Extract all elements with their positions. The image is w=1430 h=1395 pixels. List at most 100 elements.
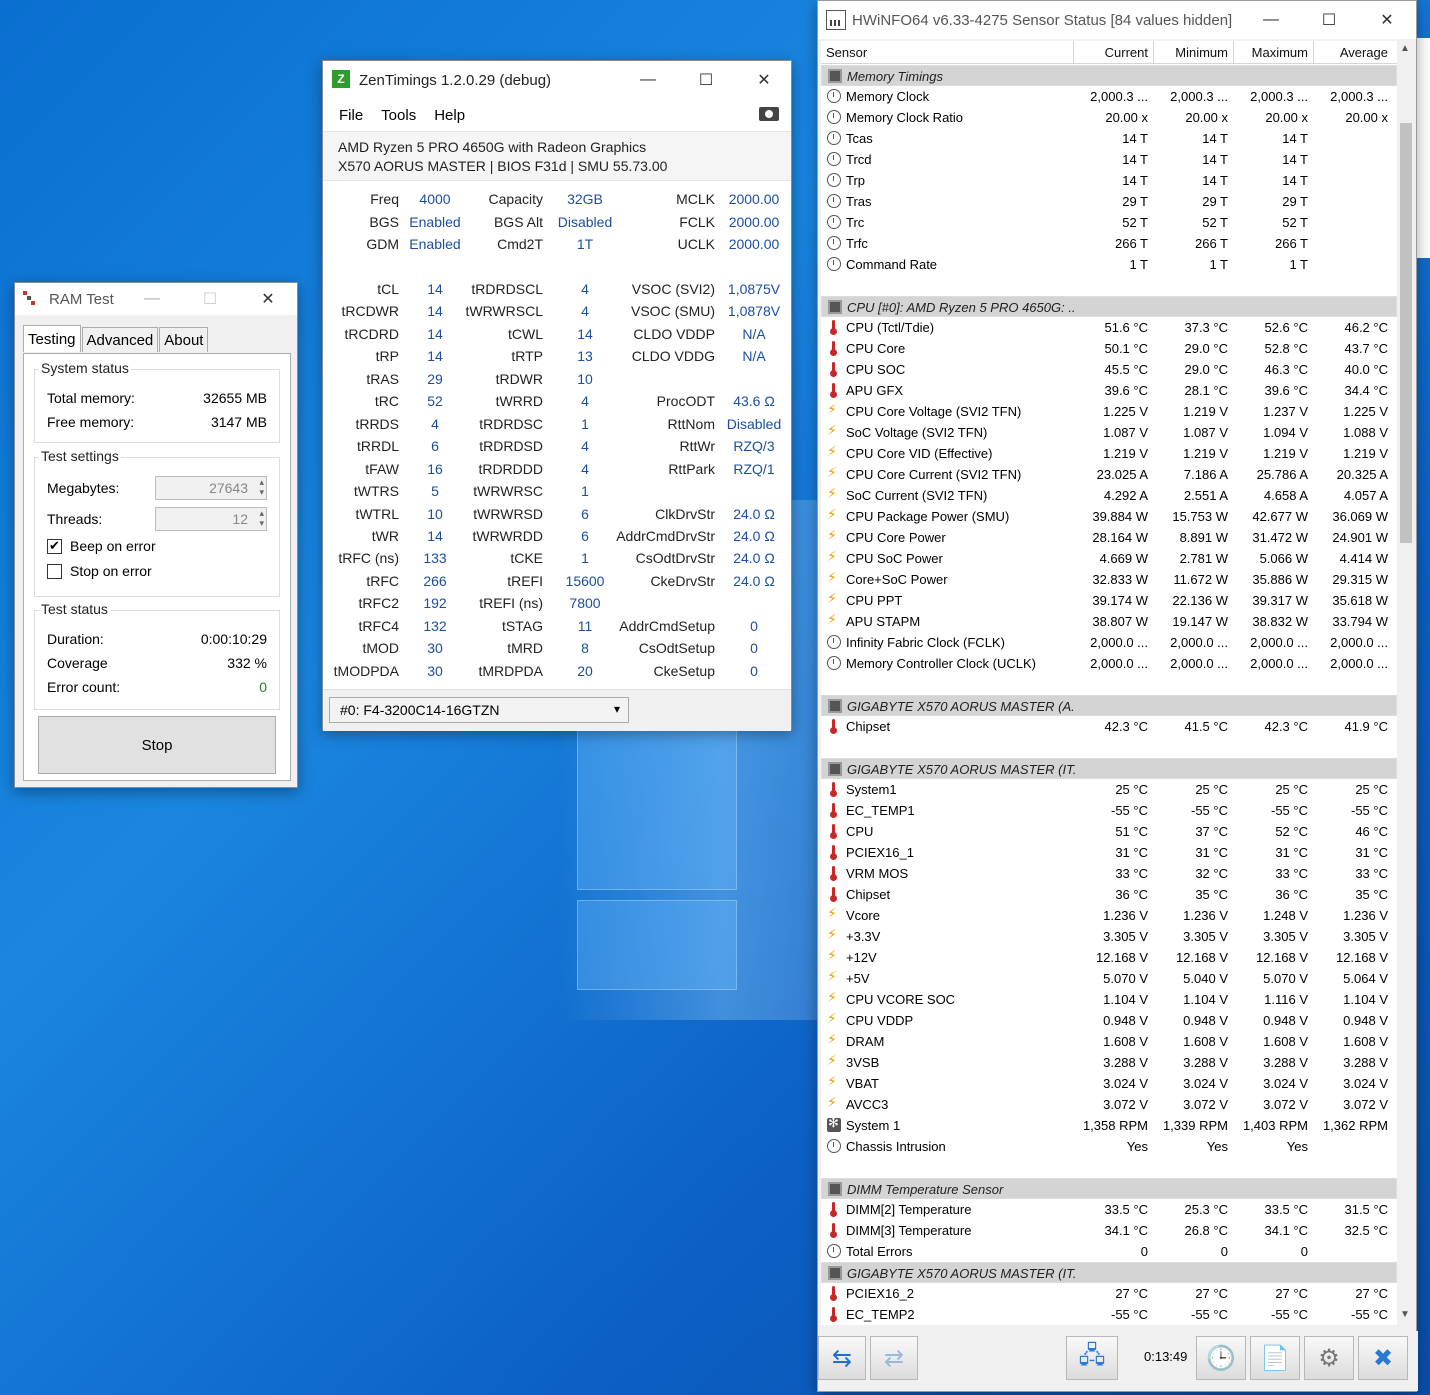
stop-button[interactable]: Stop xyxy=(38,716,276,774)
sensor-row[interactable]: DIMM[2] Temperature 33.5 °C 25.3 °C 33.5 °C… xyxy=(821,1199,1397,1220)
sensor-row[interactable]: CPU VDDP 0.948 V 0.948 V 0.948 V 0.948 V xyxy=(821,1010,1397,1031)
scroll-up-icon[interactable]: ▲ xyxy=(1400,43,1410,54)
tab-advanced[interactable]: Advanced xyxy=(81,327,159,352)
sensor-row[interactable]: Chipset 42.3 °C 41.5 °C 42.3 °C 41.9 °C xyxy=(821,716,1397,737)
megabytes-input[interactable]: 27643 xyxy=(155,476,267,500)
threads-input[interactable]: 12 xyxy=(155,507,267,531)
sensor-row[interactable]: EC_TEMP1 -55 °C -55 °C -55 °C -55 °C xyxy=(821,800,1397,821)
sensor-row[interactable]: Trp 14 T 14 T 14 T xyxy=(821,170,1397,191)
sensor-row[interactable]: CPU (Tctl/Tdie) 51.6 °C 37.3 °C 52.6 °C 46.2… xyxy=(821,317,1397,338)
maximize-button[interactable]: ☐ xyxy=(677,64,735,96)
sensor-group-row[interactable]: Memory Timings xyxy=(821,65,1397,86)
sensor-row[interactable]: Core+SoC Power 32.833 W 11.672 W 35.886 W 29… xyxy=(821,569,1397,590)
sensor-group-row[interactable]: GIGABYTE X570 AORUS MASTER (IT... xyxy=(821,1262,1397,1283)
sensor-group-row[interactable]: GIGABYTE X570 AORUS MASTER (A... xyxy=(821,695,1397,716)
sensor-row[interactable]: AVCC3 3.072 V 3.072 V 3.072 V 3.072 V xyxy=(821,1094,1397,1115)
sensor-row[interactable]: DRAM 1.608 V 1.608 V 1.608 V 1.608 V xyxy=(821,1031,1397,1052)
menu-file[interactable]: File xyxy=(339,107,363,124)
sensor-row[interactable]: Memory Clock Ratio 20.00 x 20.00 x 20.00 x 2… xyxy=(821,107,1397,128)
close-button[interactable]: ✕ xyxy=(735,64,793,96)
sensor-row[interactable]: SoC Current (SVI2 TFN) 4.292 A 2.551 A 4.65… xyxy=(821,485,1397,506)
sensor-row[interactable]: CPU Core Power 28.164 W 8.891 W 31.472 W 24.… xyxy=(821,527,1397,548)
column-average[interactable]: Average xyxy=(1313,45,1388,60)
close-x-icon[interactable]: ✖ xyxy=(1358,1336,1408,1380)
sensor-row[interactable]: System 1 1,358 RPM 1,339 RPM 1,403 RPM 1,362… xyxy=(821,1115,1397,1136)
sensor-row[interactable]: Trcd 14 T 14 T 14 T xyxy=(821,149,1397,170)
sensor-row[interactable]: CPU VCORE SOC 1.104 V 1.104 V 1.116 V 1.104 … xyxy=(821,989,1397,1010)
stop-on-error-checkbox[interactable]: Stop on error xyxy=(47,563,152,579)
menu-tools[interactable]: Tools xyxy=(381,107,416,124)
sensor-row[interactable]: Vcore 1.236 V 1.236 V 1.248 V 1.236 V xyxy=(821,905,1397,926)
sensor-row[interactable]: Command Rate 1 T 1 T 1 T xyxy=(821,254,1397,275)
sensor-row[interactable]: Memory Clock 2,000.3 ... 2,000.3 ... 2,000.… xyxy=(821,86,1397,107)
sensor-group-row[interactable]: DIMM Temperature Sensor xyxy=(821,1178,1397,1199)
sensor-row[interactable]: CPU Core Voltage (SVI2 TFN) 1.225 V 1.219 … xyxy=(821,401,1397,422)
sensor-scrollbar[interactable]: ▲ ▼ xyxy=(1398,41,1414,1325)
sensor-row[interactable]: Infinity Fabric Clock (FCLK) 2,000.0 ... 2… xyxy=(821,632,1397,653)
sensor-row[interactable]: Tcas 14 T 14 T 14 T xyxy=(821,128,1397,149)
sensor-row[interactable]: CPU Core Current (SVI2 TFN) 23.025 A 7.186… xyxy=(821,464,1397,485)
column-maximum[interactable]: Maximum xyxy=(1233,45,1308,60)
hwinfo-titlebar[interactable]: HWiNFO64 v6.33-4275 Sensor Status [84 va… xyxy=(818,1,1416,39)
sensor-row[interactable]: Trfc 266 T 266 T 266 T xyxy=(821,233,1397,254)
sensor-row[interactable]: System1 25 °C 25 °C 25 °C 25 °C xyxy=(821,779,1397,800)
sensor-row[interactable]: CPU PPT 39.174 W 22.136 W 39.317 W 35.618 W xyxy=(821,590,1397,611)
sensor-row[interactable]: CPU SOC 45.5 °C 29.0 °C 46.3 °C 40.0 °C xyxy=(821,359,1397,380)
sensor-row[interactable]: Tras 29 T 29 T 29 T xyxy=(821,191,1397,212)
sensor-value: 12.168 V xyxy=(1175,950,1228,965)
sensor-row[interactable]: SoC Voltage (SVI2 TFN) 1.087 V 1.087 V 1.09… xyxy=(821,422,1397,443)
sensor-row[interactable]: CPU Core VID (Effective) 1.219 V 1.219 V 1.… xyxy=(821,443,1397,464)
close-button[interactable]: ✕ xyxy=(1358,4,1416,36)
sensor-group-row[interactable]: CPU [#0]: AMD Ryzen 5 PRO 4650G: ... xyxy=(821,296,1397,317)
spacer-row xyxy=(821,1157,1397,1178)
sensor-row[interactable]: +12V 12.168 V 12.168 V 12.168 V 12.168 V xyxy=(821,947,1397,968)
settings-gear-icon[interactable]: ⚙ xyxy=(1304,1336,1354,1380)
sensor-row[interactable]: PCIEX16_2 27 °C 27 °C 27 °C 27 °C xyxy=(821,1283,1397,1304)
sensor-row[interactable]: Memory Controller Clock (UCLK) 2,000.0 ..… xyxy=(821,653,1397,674)
sensor-row[interactable]: DIMM[3] Temperature 34.1 °C 26.8 °C 34.1 °C… xyxy=(821,1220,1397,1241)
column-minimum[interactable]: Minimum xyxy=(1153,45,1228,60)
sensor-row[interactable]: Trc 52 T 52 T 52 T xyxy=(821,212,1397,233)
dimm-select[interactable]: #0: F4-3200C14-16GTZN xyxy=(329,697,629,723)
sensor-row[interactable]: VRM MOS 33 °C 32 °C 33 °C 33 °C xyxy=(821,863,1397,884)
ramtest-titlebar[interactable]: RAM Test — ☐ ✕ xyxy=(15,283,297,315)
sensor-row[interactable]: Chipset 36 °C 35 °C 36 °C 35 °C xyxy=(821,884,1397,905)
sensor-row[interactable]: +3.3V 3.305 V 3.305 V 3.305 V 3.305 V xyxy=(821,926,1397,947)
sensor-row[interactable]: Chassis Intrusion Yes Yes Yes xyxy=(821,1136,1397,1157)
sensor-row[interactable]: EC_TEMP2 -55 °C -55 °C -55 °C -55 °C xyxy=(821,1304,1397,1325)
free-memory-value: 3147 MB xyxy=(210,414,267,430)
scroll-down-icon[interactable]: ▼ xyxy=(1400,1309,1410,1320)
maximize-button[interactable]: ☐ xyxy=(181,283,239,315)
beep-on-error-checkbox[interactable]: ✔ Beep on error xyxy=(47,538,156,554)
sensor-row[interactable]: CPU Package Power (SMU) 39.884 W 15.753 W 4… xyxy=(821,506,1397,527)
clock-icon[interactable]: 🕒 xyxy=(1196,1336,1246,1380)
tab-testing[interactable]: Testing xyxy=(23,325,81,352)
collapse-arrows-icon[interactable]: ⇄ xyxy=(870,1336,918,1380)
sensor-row[interactable]: 3VSB 3.288 V 3.288 V 3.288 V 3.288 V xyxy=(821,1052,1397,1073)
sensor-group-row[interactable]: GIGABYTE X570 AORUS MASTER (IT... xyxy=(821,758,1397,779)
scrollbar-thumb[interactable] xyxy=(1400,123,1412,543)
sensor-row[interactable]: VBAT 3.024 V 3.024 V 3.024 V 3.024 V xyxy=(821,1073,1397,1094)
tab-about[interactable]: About xyxy=(159,327,209,352)
column-current[interactable]: Current xyxy=(1073,45,1148,60)
sensor-row[interactable]: Total Errors 0 0 0 xyxy=(821,1241,1397,1262)
sensor-row[interactable]: CPU SoC Power 4.669 W 2.781 W 5.066 W 4.414 … xyxy=(821,548,1397,569)
sensor-row[interactable]: +5V 5.070 V 5.040 V 5.070 V 5.064 V xyxy=(821,968,1397,989)
sensor-row[interactable]: APU STAPM 38.807 W 19.147 W 38.832 W 33.794 … xyxy=(821,611,1397,632)
sensor-row[interactable]: PCIEX16_1 31 °C 31 °C 31 °C 31 °C xyxy=(821,842,1397,863)
zentimings-titlebar[interactable]: Z ZenTimings 1.2.0.29 (debug) — ☐ ✕ xyxy=(323,61,791,99)
maximize-button[interactable]: ☐ xyxy=(1300,4,1358,36)
screenshot-camera-icon[interactable] xyxy=(759,107,779,121)
minimize-button[interactable]: — xyxy=(619,64,677,96)
menu-help[interactable]: Help xyxy=(434,107,465,124)
sensor-row[interactable]: CPU 51 °C 37 °C 52 °C 46 °C xyxy=(821,821,1397,842)
column-sensor[interactable]: Sensor xyxy=(826,45,867,60)
sensor-row[interactable]: APU GFX 39.6 °C 28.1 °C 39.6 °C 34.4 °C xyxy=(821,380,1397,401)
expand-arrows-icon[interactable]: ⇆ xyxy=(818,1336,866,1380)
network-icon[interactable]: 🖧 xyxy=(1066,1336,1118,1380)
report-add-icon[interactable]: 📄 xyxy=(1250,1336,1300,1380)
minimize-button[interactable]: — xyxy=(123,283,181,315)
sensor-row[interactable]: CPU Core 50.1 °C 29.0 °C 52.8 °C 43.7 °C xyxy=(821,338,1397,359)
minimize-button[interactable]: — xyxy=(1242,4,1300,36)
close-button[interactable]: ✕ xyxy=(239,283,297,315)
